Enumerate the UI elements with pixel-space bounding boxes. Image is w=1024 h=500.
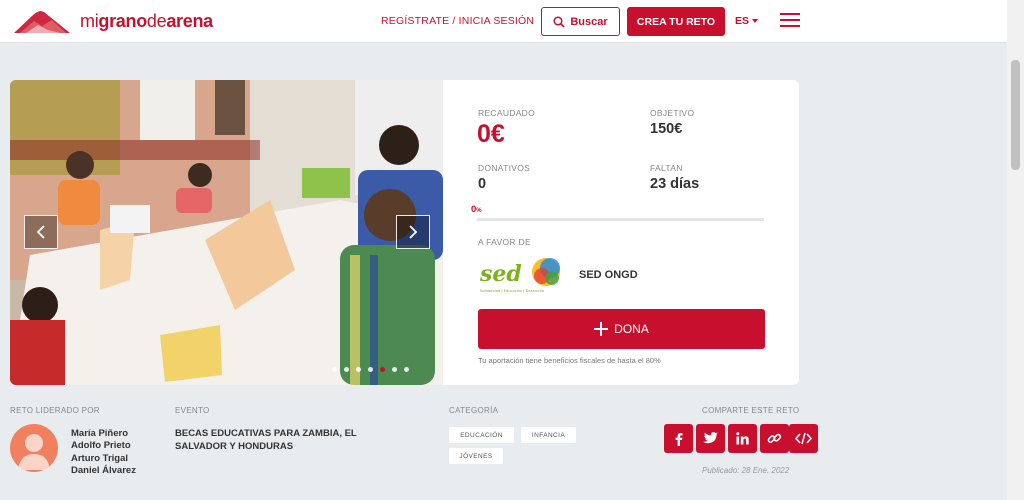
fiscal-benefit-note: Tu aportación tiene beneficios fiscales … (478, 356, 661, 365)
raised-value: 0€ (477, 120, 505, 148)
leader-name[interactable]: Daniel Álvarez (71, 465, 136, 477)
logo-word-arena: arena (166, 10, 213, 31)
share-twitter-button[interactable] (696, 424, 725, 453)
leader-name[interactable]: María Piñero (71, 428, 136, 440)
sed-ongd-logo[interactable]: sed Solidaridad | Educación | Desarrollo (478, 256, 566, 296)
logo-word-de: de (146, 10, 167, 31)
remaining-label: FALTAN (650, 163, 683, 173)
carousel-dot[interactable] (392, 367, 397, 372)
goal-label: OBJETIVO (650, 108, 695, 118)
leader-label: RETO LIDERADO POR (10, 406, 100, 415)
carousel-prev-button[interactable] (24, 215, 58, 249)
person-silhouette-icon (18, 434, 50, 470)
progress-percent: 0% (471, 204, 482, 215)
logo-word-grano: grano (98, 10, 147, 31)
language-selector[interactable]: ES (735, 15, 759, 27)
donations-label: DONATIVOS (478, 163, 531, 173)
category-tag-youth[interactable]: JÓVENES (449, 448, 503, 464)
search-button[interactable]: Buscar (541, 7, 620, 36)
leader-names: María Piñero Adolfo Prieto Arturo Trigal… (71, 428, 136, 477)
linkedin-icon (736, 432, 749, 445)
link-icon (767, 433, 782, 443)
carousel-dot[interactable] (356, 367, 361, 372)
logo-word-mi: mi (80, 10, 99, 31)
campaign-info-panel: RECAUDADO 0€ OBJETIVO 150€ DONATIVOS 0 F… (443, 80, 799, 385)
share-link-button[interactable] (760, 424, 789, 453)
page-scrollbar[interactable] (1007, 0, 1024, 500)
carousel-indicators (332, 367, 409, 372)
share-embed-button[interactable] (789, 424, 818, 453)
remaining-value: 23 días (650, 176, 700, 192)
event-name-link[interactable]: BECAS EDUCATIVAS PARA ZAMBIA, EL SALVADO… (175, 427, 405, 453)
menu-icon[interactable] (780, 13, 800, 27)
beneficiary-label: A FAVOR DE (478, 237, 531, 247)
category-label: CATEGORÍA (449, 406, 499, 415)
embed-icon (795, 432, 812, 445)
raised-label: RECAUDADO (478, 108, 536, 118)
campaign-photo (10, 80, 443, 385)
logo-wordmark: migranodearena (80, 11, 213, 32)
category-tag-education[interactable]: EDUCACIÓN (449, 427, 514, 443)
carousel-dot[interactable] (332, 367, 337, 372)
register-login-link[interactable]: REGÍSTRATE / INICIA SESIÓN (381, 15, 534, 27)
category-tag-childhood[interactable]: INFANCIA (521, 427, 576, 443)
campaign-card: RECAUDADO 0€ OBJETIVO 150€ DONATIVOS 0 F… (10, 80, 799, 385)
donations-value: 0 (478, 176, 487, 192)
published-date: Publicado: 28 Ene. 2022 (702, 466, 790, 475)
sed-logo-subtitle: Solidaridad | Educación | Desarrollo (480, 289, 544, 293)
event-label: EVENTO (175, 406, 210, 415)
leader-name[interactable]: Arturo Trigal (71, 453, 136, 465)
share-facebook-button[interactable] (664, 424, 693, 453)
chevron-left-icon (36, 225, 45, 239)
sed-logo-text: sed (479, 261, 522, 287)
site-header: migranodearena REGÍSTRATE / INICIA SESIÓ… (0, 0, 1007, 43)
search-icon (553, 15, 565, 28)
search-button-label: Buscar (570, 15, 608, 28)
leader-name[interactable]: Adolfo Prieto (71, 440, 136, 452)
create-challenge-button[interactable]: CREA TU RETO (627, 7, 725, 36)
carousel-next-button[interactable] (396, 215, 430, 249)
carousel-dot[interactable] (368, 367, 373, 372)
user-avatar-icon[interactable] (10, 424, 58, 472)
facebook-icon (675, 432, 682, 446)
donate-button-label: DONA (614, 322, 649, 336)
sand-mound-icon (14, 11, 70, 33)
twitter-icon (703, 432, 718, 444)
chevron-down-icon (752, 18, 759, 23)
carousel-dot[interactable] (380, 367, 385, 372)
scrollbar-thumb[interactable] (1011, 60, 1020, 170)
share-label: COMPARTE ESTE RETO (702, 406, 800, 415)
carousel-dot[interactable] (344, 367, 349, 372)
donate-button[interactable]: DONA (478, 309, 765, 349)
share-linkedin-button[interactable] (728, 424, 757, 453)
carousel-dot[interactable] (404, 367, 409, 372)
plus-icon (594, 322, 609, 336)
language-label: ES (735, 15, 750, 27)
beneficiary-name[interactable]: SED ONGD (579, 269, 638, 281)
site-logo[interactable]: migranodearena (12, 6, 213, 36)
goal-value: 150€ (650, 121, 683, 137)
progress-bar (477, 218, 764, 221)
progress-percent-unit: % (476, 208, 482, 214)
chevron-right-icon (409, 225, 418, 239)
campaign-photo-carousel (10, 80, 443, 385)
